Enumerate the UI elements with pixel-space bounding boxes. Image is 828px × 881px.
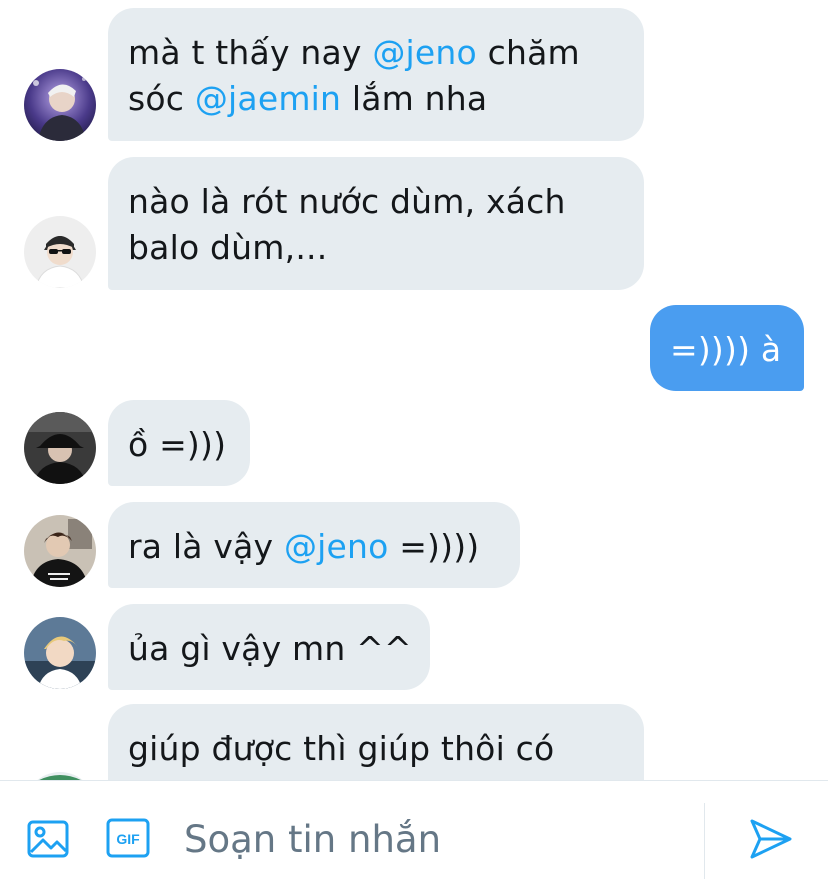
message-composer: GIF Soạn tin nhắn	[0, 780, 828, 881]
message-bubble-outgoing[interactable]: =)))) à	[650, 305, 804, 391]
avatar[interactable]	[24, 412, 96, 484]
message-text: =)))) à	[670, 330, 782, 369]
message-text: ủa gì vậy mn ^^	[128, 629, 412, 668]
message-input[interactable]: Soạn tin nhắn	[184, 817, 441, 863]
message-line: ồ =)))	[128, 422, 230, 468]
message-line: =)))) à	[670, 327, 784, 373]
message-line: nào là rót nước dùm, xách	[128, 179, 624, 225]
avatar[interactable]	[24, 216, 96, 288]
conversation: mà t thấy nay @jeno chăm sóc @jaemin lắm…	[0, 0, 828, 780]
gif-label: GIF	[116, 831, 140, 847]
message-bubble[interactable]: ồ =)))	[108, 400, 250, 486]
message-bubble[interactable]: nào là rót nước dùm, xách balo dùm,...	[108, 157, 644, 290]
message-text: nào là rót nước dùm, xách	[128, 182, 566, 221]
avatar[interactable]	[24, 515, 96, 587]
message-text: balo dùm,...	[128, 228, 328, 267]
message-text: lắm nha	[341, 79, 488, 118]
avatar[interactable]	[24, 69, 96, 141]
message-text: =))))	[388, 527, 480, 566]
mention-link[interactable]: @jeno	[372, 33, 477, 72]
message-line: giúp được thì giúp thôi có	[128, 726, 624, 772]
message-text: giúp được thì giúp thôi có	[128, 729, 555, 768]
message-bubble[interactable]: giúp được thì giúp thôi có	[108, 704, 644, 780]
message-bubble[interactable]: ủa gì vậy mn ^^	[108, 604, 430, 690]
avatar[interactable]	[24, 617, 96, 689]
message-line: balo dùm,...	[128, 225, 624, 271]
message-bubble[interactable]: mà t thấy nay @jeno chăm sóc @jaemin lắm…	[108, 8, 644, 141]
message-text: mà t thấy nay	[128, 33, 373, 72]
message-line: ra là vậy @jeno =))))	[128, 524, 500, 570]
message-text: ồ =)))	[128, 425, 227, 464]
mention-link[interactable]: @jeno	[284, 527, 389, 566]
message-line: ủa gì vậy mn ^^	[128, 626, 412, 672]
avatar[interactable]	[24, 772, 96, 780]
mention-link[interactable]: @jaemin	[195, 79, 341, 118]
gif-icon[interactable]: GIF	[106, 817, 150, 865]
message-line: sóc @jaemin lắm nha	[128, 76, 624, 122]
image-icon[interactable]	[26, 817, 70, 865]
message-text: ra là vậy	[128, 527, 284, 566]
message-line: mà t thấy nay @jeno chăm	[128, 30, 624, 76]
composer-divider	[704, 803, 705, 879]
message-bubble[interactable]: ra là vậy @jeno =))))	[108, 502, 520, 588]
message-text: chăm	[476, 33, 580, 72]
send-icon[interactable]	[748, 817, 794, 865]
message-text: sóc	[128, 79, 195, 118]
